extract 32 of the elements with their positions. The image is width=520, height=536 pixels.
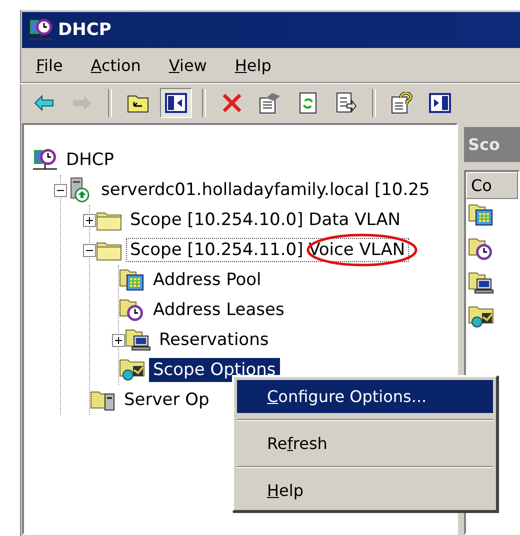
clock-folder-icon	[468, 237, 494, 261]
tree-item[interactable]: serverdc01.holladayfamily.local [10.25	[97, 178, 434, 202]
tree-item[interactable]: Address Leases	[149, 298, 288, 322]
pool-icon	[468, 203, 494, 227]
menu-item[interactable]: Help	[232, 56, 274, 74]
options-folder-icon	[468, 305, 494, 329]
menu-item[interactable]: File	[34, 56, 65, 74]
dhcp-server-icon	[28, 17, 54, 43]
collapse-toggle-icon[interactable]	[54, 184, 67, 196]
collapse-toggle-icon[interactable]	[83, 244, 96, 256]
expand-toggle-icon[interactable]	[83, 214, 96, 226]
tree-item[interactable]: Address Pool	[149, 268, 266, 292]
clock-folder-icon	[119, 298, 145, 322]
tree-item[interactable]: Scope [10.254.10.0] Data VLAN	[126, 208, 404, 232]
tree-item[interactable]: Server Op	[120, 388, 214, 412]
menu-item[interactable]: View	[166, 56, 209, 74]
expand-toggle-icon[interactable]	[112, 334, 125, 346]
computer-folder-icon	[125, 328, 151, 352]
context-menu-item[interactable]: Help	[237, 474, 493, 507]
context-menu-item[interactable]: Refresh	[237, 427, 493, 460]
pane-title: Sco	[464, 127, 520, 162]
computer-folder-icon	[468, 271, 494, 295]
show-tree-icon[interactable]	[160, 88, 192, 118]
dhcp-server-icon	[32, 147, 58, 173]
menu-item[interactable]: Action	[88, 56, 143, 74]
window-title: DHCP	[58, 20, 112, 40]
pool-icon	[119, 268, 145, 292]
tree-item[interactable]: DHCP	[62, 148, 118, 172]
tree-item[interactable]: Reservations	[155, 328, 273, 352]
options-folder-icon	[119, 358, 145, 382]
context-menu-item[interactable]: Configure Options...	[237, 380, 493, 413]
column-header[interactable]: Co	[466, 172, 518, 199]
